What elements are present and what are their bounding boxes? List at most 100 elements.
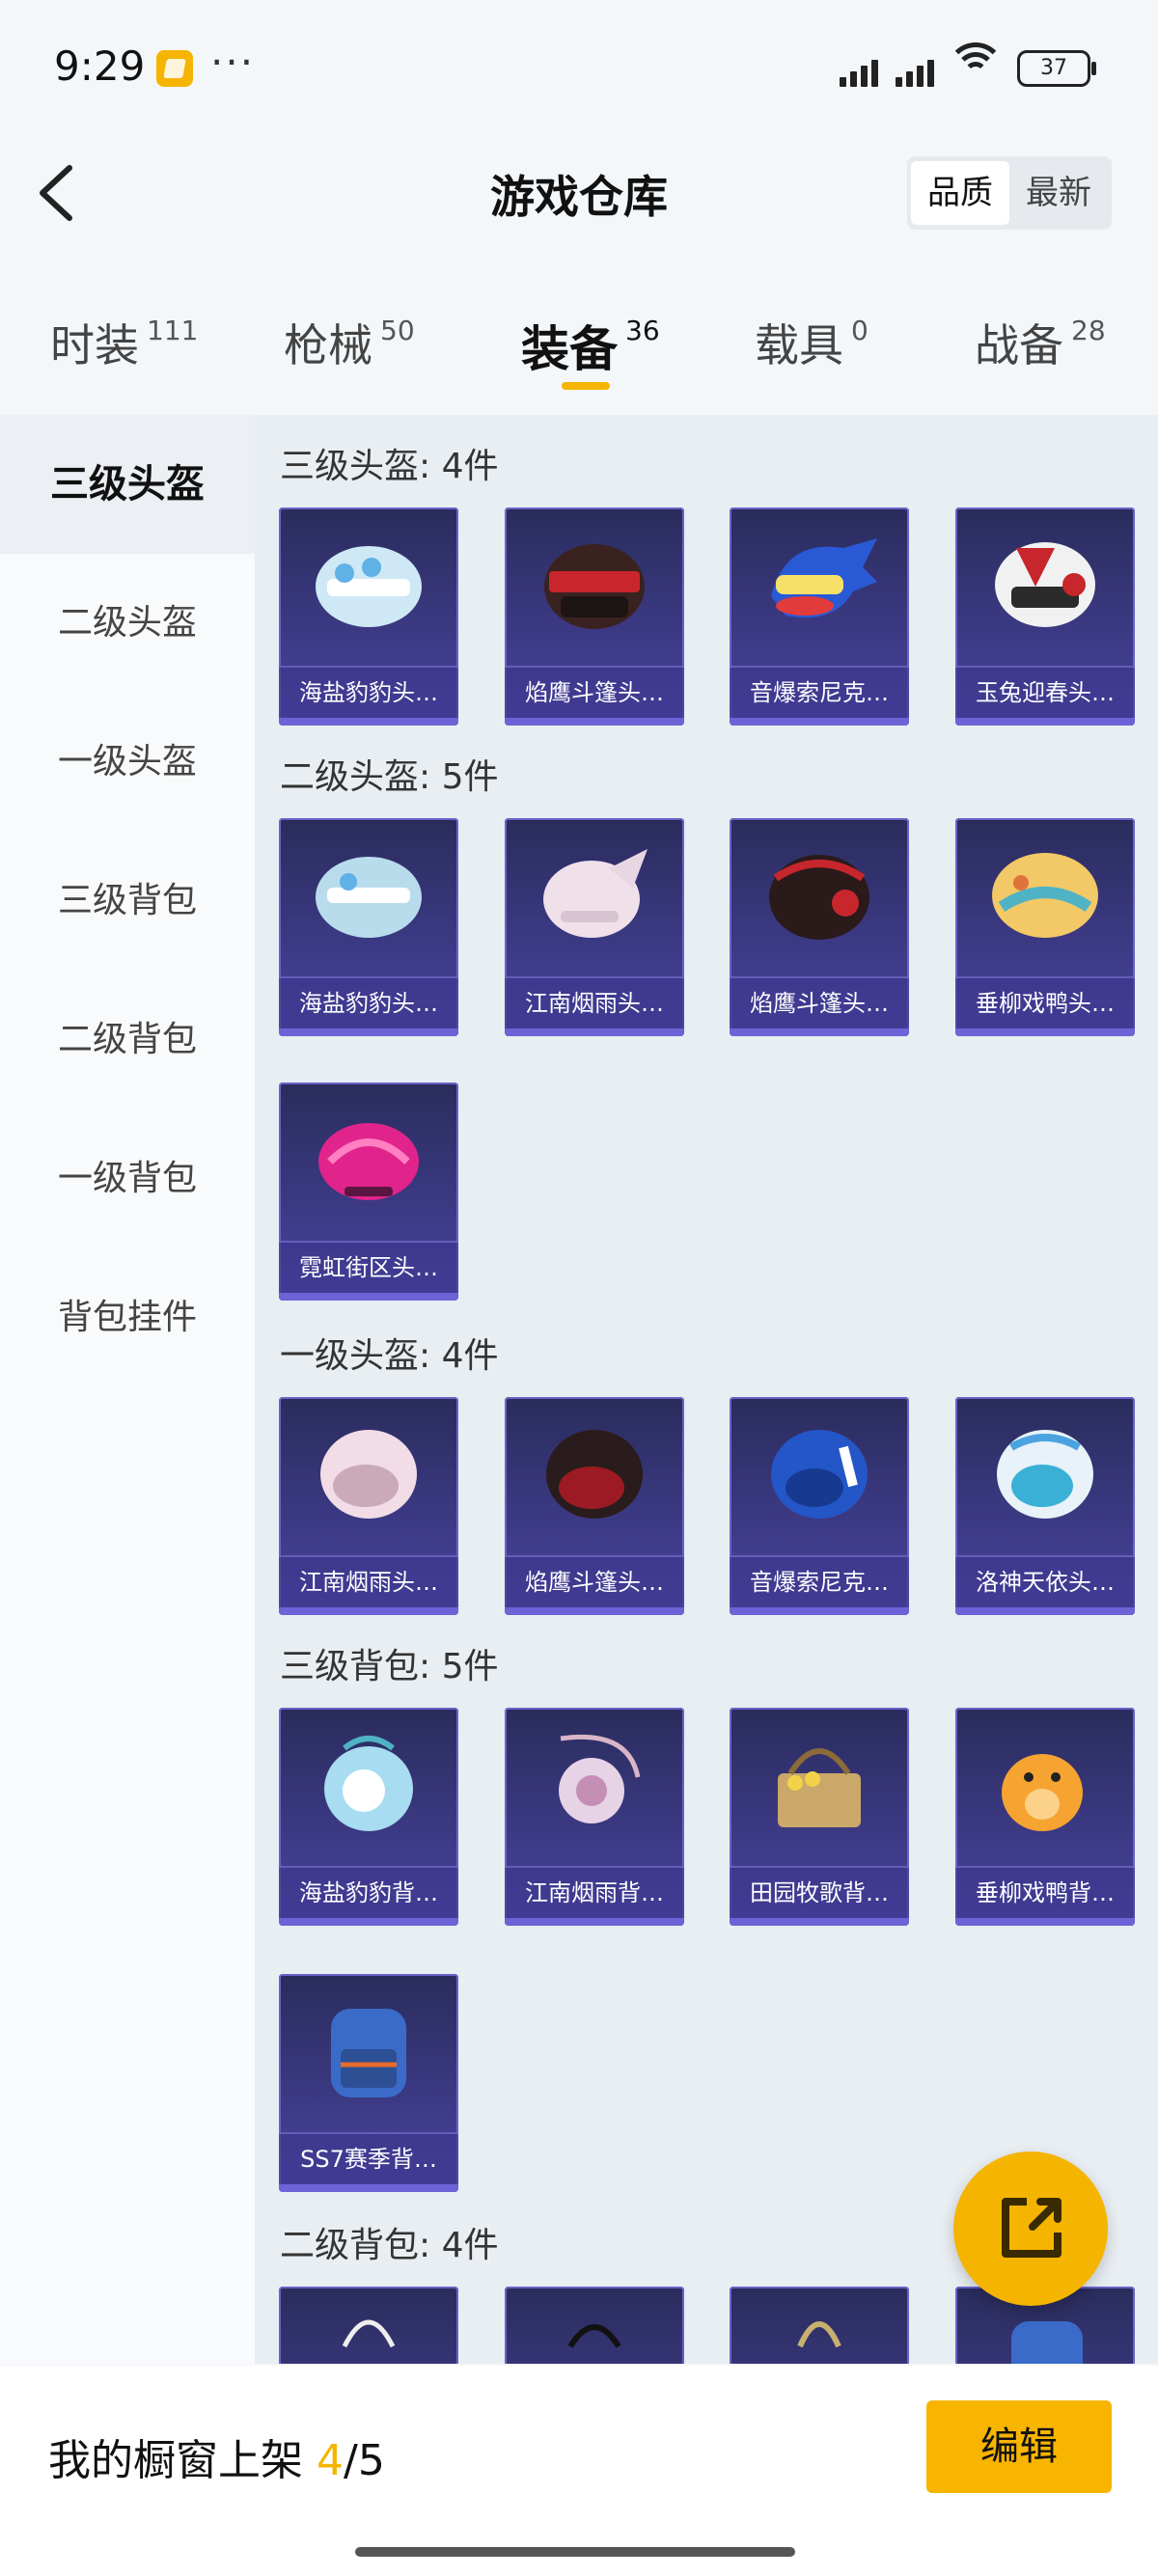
showcase-status: 我的橱窗上架 4/5 — [48, 2425, 385, 2487]
helmet-icon — [995, 542, 1095, 627]
item-name: 海盐豹豹头… — [279, 976, 458, 1028]
item-card[interactable]: 田园牧歌背… — [730, 1708, 909, 1926]
item-name: 焰鹰斗篷头… — [730, 976, 909, 1028]
item-name: 焰鹰斗篷头… — [505, 666, 684, 718]
sidebar-item-level1-helmet[interactable]: 一级头盔 — [0, 693, 255, 832]
section-title: 三级背包: 5件 — [280, 1647, 499, 1686]
tab-count: 111 — [147, 315, 199, 346]
tab-fashion[interactable]: 时装 111 — [50, 311, 198, 374]
item-name: 海盐豹豹背… — [279, 1866, 458, 1918]
status-time: 9:29 — [54, 42, 146, 90]
item-name: SS7赛季背… — [279, 2132, 458, 2184]
item-card[interactable]: 音爆索尼克… — [730, 1397, 909, 1615]
item-card[interactable] — [505, 2287, 684, 2364]
tab-vehicles[interactable]: 载具 0 — [755, 311, 868, 374]
tab-count: 0 — [851, 315, 868, 346]
item-card[interactable]: 玉兔迎春头… — [955, 507, 1135, 726]
edit-button[interactable]: 编辑 — [926, 2400, 1112, 2493]
helmet-icon — [771, 1430, 868, 1519]
item-name: 垂柳戏鸭背… — [955, 1866, 1135, 1918]
item-card[interactable]: SS7赛季背… — [279, 1974, 458, 2192]
item-card[interactable]: 江南烟雨头… — [279, 1397, 458, 1615]
tab-label: 时装 — [50, 319, 139, 371]
item-name: 江南烟雨背… — [505, 1866, 684, 1918]
item-card[interactable]: 霓虹街区头… — [279, 1082, 458, 1301]
item-card[interactable]: 焰鹰斗篷头… — [505, 1397, 684, 1615]
item-card[interactable]: 海盐豹豹头… — [279, 507, 458, 726]
item-name: 洛神天依头… — [955, 1555, 1135, 1607]
tab-equipment[interactable]: 装备 36 — [521, 311, 660, 380]
backpack-icon — [567, 2324, 621, 2348]
backpack-icon — [1002, 1754, 1083, 1831]
item-name: 垂柳戏鸭头… — [955, 976, 1135, 1028]
backpack-icon — [342, 2319, 396, 2348]
item-name: 焰鹰斗篷头… — [505, 1555, 684, 1607]
item-card[interactable]: 海盐豹豹头… — [279, 818, 458, 1036]
helmet-icon — [316, 857, 422, 938]
sort-toggle: 品质 最新 — [907, 156, 1112, 230]
helmet-icon — [544, 544, 645, 629]
sidebar-item-backpack-charm[interactable]: 背包挂件 — [0, 1248, 255, 1387]
helmet-icon — [316, 546, 422, 627]
backpack-icon — [797, 2321, 841, 2348]
battery-icon: 37 — [1017, 50, 1096, 87]
item-name: 音爆索尼克… — [730, 666, 909, 718]
item-card[interactable]: 洛神天依头… — [955, 1397, 1135, 1615]
item-card[interactable]: 音爆索尼克… — [730, 507, 909, 726]
item-card[interactable]: 焰鹰斗篷头… — [730, 818, 909, 1036]
item-card[interactable]: 焰鹰斗篷头… — [505, 507, 684, 726]
item-grid: 三级头盔: 4件 海盐豹豹头… 焰鹰斗篷头… 音爆索尼克… 玉兔迎春头… 二级头… — [255, 415, 1158, 2364]
tab-count: 28 — [1071, 315, 1106, 346]
item-name: 江南烟雨头… — [505, 976, 684, 1028]
tab-label: 枪械 — [284, 319, 372, 371]
item-name: 音爆索尼克… — [730, 1555, 909, 1607]
tab-weapons[interactable]: 枪械 50 — [284, 311, 415, 374]
sidebar-item-level1-backpack[interactable]: 一级背包 — [0, 1110, 255, 1248]
backpack-icon — [331, 2009, 406, 2097]
item-name: 玉兔迎春头… — [955, 666, 1135, 718]
item-name: 江南烟雨头… — [279, 1555, 458, 1607]
tab-label: 载具 — [755, 319, 843, 371]
sort-quality-button[interactable]: 品质 — [911, 161, 1009, 225]
wifi-icon — [947, 42, 1005, 87]
home-indicator[interactable] — [355, 2547, 795, 2557]
helmet-icon — [771, 538, 877, 618]
item-name: 霓虹街区头… — [279, 1241, 458, 1293]
sidebar-item-level3-helmet[interactable]: 三级头盔 — [0, 415, 255, 554]
item-card[interactable]: 垂柳戏鸭背… — [955, 1708, 1135, 1926]
status-bar: 9:29 ··· 37 — [0, 0, 1158, 135]
item-card[interactable] — [730, 2287, 909, 2364]
section-title: 一级头盔: 4件 — [280, 1336, 499, 1376]
backpack-icon — [1011, 2321, 1083, 2364]
showcase-label: 我的橱窗上架 — [48, 2436, 303, 2485]
item-card[interactable]: 江南烟雨背… — [505, 1708, 684, 1926]
signal-icon — [838, 60, 878, 87]
status-indicators: 37 — [838, 42, 1096, 87]
item-card[interactable]: 垂柳戏鸭头… — [955, 818, 1135, 1036]
active-tab-indicator — [562, 382, 610, 390]
item-card[interactable]: 江南烟雨头… — [505, 818, 684, 1036]
sort-latest-button[interactable]: 最新 — [1009, 161, 1108, 225]
sidebar-item-level2-helmet[interactable]: 二级头盔 — [0, 554, 255, 693]
backpack-icon — [559, 1734, 641, 1823]
status-more: ··· — [210, 39, 256, 86]
app-notification-icon — [156, 50, 193, 87]
item-name: 海盐豹豹头… — [279, 666, 458, 718]
helmet-icon — [546, 1430, 643, 1519]
helmet-icon — [320, 1430, 417, 1519]
section-title: 二级头盔: 5件 — [280, 757, 499, 797]
sidebar-item-level2-backpack[interactable]: 二级背包 — [0, 971, 255, 1110]
tab-label: 装备 — [521, 321, 618, 377]
tab-count: 50 — [380, 315, 415, 346]
tab-count: 36 — [625, 315, 660, 346]
sidebar-item-level3-backpack[interactable]: 三级背包 — [0, 832, 255, 971]
item-card[interactable]: 海盐豹豹背… — [279, 1708, 458, 1926]
section-title: 二级背包: 4件 — [280, 2226, 499, 2265]
section-title: 三级头盔: 4件 — [280, 447, 499, 486]
tab-war-supplies[interactable]: 战备 28 — [975, 311, 1106, 374]
backpack-icon — [778, 1748, 861, 1827]
share-button[interactable] — [953, 2151, 1108, 2306]
item-name: 田园牧歌背… — [730, 1866, 909, 1918]
showcase-bar: 我的橱窗上架 4/5 编辑 — [0, 2366, 1158, 2576]
item-card[interactable] — [279, 2287, 458, 2364]
